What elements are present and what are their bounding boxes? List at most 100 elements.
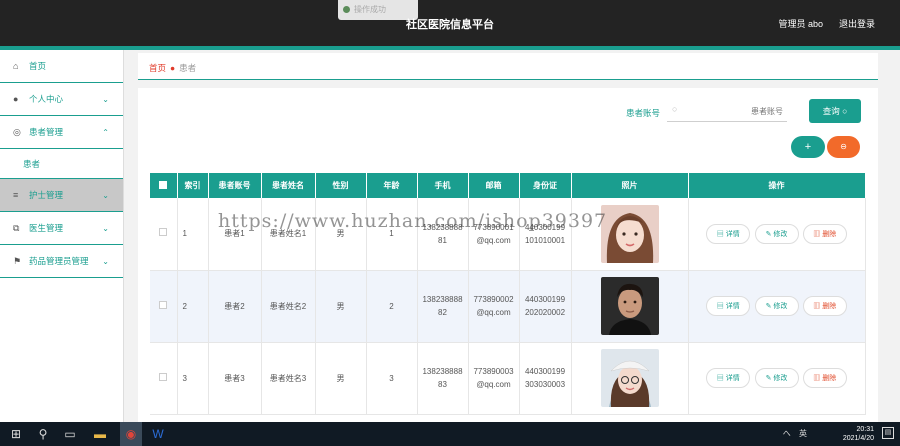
word-icon[interactable]: W	[150, 426, 166, 442]
cell-phone: 13823888882	[417, 270, 469, 343]
folder-icon[interactable]: ▬	[92, 426, 108, 442]
row-checkbox[interactable]	[159, 300, 168, 309]
list-icon: ≡	[13, 190, 19, 200]
column-header: 患者姓名	[261, 173, 316, 198]
windows-start-icon[interactable]: ⊞	[8, 426, 24, 442]
row-select-cell	[150, 342, 178, 415]
cell-email: 773890003@qq.com	[468, 342, 520, 415]
cell-name: 患者姓名3	[261, 342, 316, 415]
edit-button[interactable]: ✎ 修改	[754, 223, 799, 244]
chevron-down-icon: ⌄	[102, 95, 109, 104]
search-field: ○	[667, 100, 787, 122]
cell-ops: ▤ 详情 ✎ 修改 ▥ 删除	[688, 270, 866, 343]
admin-label: 管理员 abo	[778, 19, 823, 29]
user-icon: ●	[13, 94, 19, 104]
column-header: 索引	[177, 173, 209, 198]
column-header: 年龄	[366, 173, 418, 198]
column-header: 邮箱	[468, 173, 520, 198]
trash-icon: ▥	[813, 375, 823, 382]
app-title: 社区医院信息平台	[406, 19, 494, 31]
sidebar-item-patient-mgmt[interactable]: ◎ 患者管理 ⌃	[0, 116, 123, 149]
cell-email: 773890001@qq.com	[468, 198, 520, 271]
breadcrumb-home[interactable]: 首页	[149, 63, 166, 73]
remove-button[interactable]: ▥ 删除	[802, 223, 847, 244]
detail-button[interactable]: ▤ 详情	[706, 223, 751, 244]
cell-photo	[571, 270, 689, 343]
cell-age: 3	[366, 342, 418, 415]
cell-account: 患者3	[208, 342, 262, 415]
column-header: 性别	[315, 173, 367, 198]
search-icon: ○	[842, 106, 848, 116]
cell-gender: 男	[315, 198, 367, 271]
column-header: 患者账号	[208, 173, 262, 198]
cell-name: 患者姓名1	[261, 198, 316, 271]
detail-icon: ▤	[716, 375, 726, 382]
task-view-icon[interactable]: ▭	[62, 426, 78, 442]
remove-button[interactable]: ▥ 删除	[802, 296, 847, 316]
detail-icon: ▤	[716, 303, 726, 310]
patient-photo[interactable]	[600, 204, 659, 263]
search-label: 患者账号	[626, 108, 661, 118]
trash-icon: ▥	[813, 230, 823, 238]
row-checkbox[interactable]	[159, 372, 168, 381]
cell-ops: ▤ 详情 ✎ 修改 ▥ 删除	[688, 342, 866, 415]
patient-photo[interactable]	[600, 277, 659, 335]
cell-email: 773890002@qq.com	[468, 270, 520, 343]
detail-button[interactable]: ▤ 详情	[706, 296, 751, 316]
select-all-cell	[150, 173, 178, 198]
taskbar: ⊞ ⚲ ▭ ▬ ◉ W へ 英 20:31 2021/4/20 ▤	[0, 422, 900, 446]
search-input[interactable]	[685, 103, 783, 119]
sidebar: ⌂ 首页 ● 个人中心 ⌄ ◎ 患者管理 ⌃ 患者 ≡ 护士管理 ⌄ ⧉ 医生管…	[0, 50, 124, 422]
success-dot-icon	[343, 6, 350, 13]
edit-button[interactable]: ✎ 修改	[754, 296, 799, 316]
logout-link[interactable]: 退出登录	[839, 17, 875, 30]
flag-icon: ⚑	[13, 256, 22, 266]
cell-ops: ▤ 详情 ✎ 修改 ▥ 删除	[688, 198, 866, 271]
row-checkbox[interactable]	[159, 228, 168, 237]
watermark-text: https://www.huzhan.com/ishop39397	[218, 210, 608, 232]
table-row: 2 患者2 患者姓名2 男 2 13823888882 773890002@qq…	[150, 270, 866, 343]
chevron-up-icon: ⌃	[102, 128, 109, 137]
chevron-down-icon: ⌄	[102, 257, 109, 266]
add-button[interactable]: +	[791, 136, 825, 158]
cell-idcard: 440300199202020002	[519, 270, 572, 343]
cell-name: 患者姓名2	[261, 270, 316, 343]
column-header: 操作	[688, 173, 866, 198]
sidebar-item-nurse-mgmt[interactable]: ≡ 护士管理 ⌄	[0, 179, 123, 212]
globe-icon: ◎	[13, 127, 21, 137]
select-all-checkbox[interactable]	[159, 180, 168, 189]
patient-photo[interactable]	[600, 349, 659, 407]
home-icon: ⌂	[13, 61, 19, 71]
clock-date: 2021/4/20	[842, 435, 874, 442]
detail-button[interactable]: ▤ 详情	[706, 368, 751, 388]
system-tray[interactable]: へ 英	[783, 428, 810, 439]
cell-photo	[571, 342, 689, 415]
sidebar-item-patient[interactable]: 患者	[0, 149, 123, 179]
notification-icon[interactable]: ▤	[882, 427, 894, 439]
column-header: 照片	[571, 173, 689, 198]
cell-photo	[571, 198, 689, 271]
sidebar-item-home[interactable]: ⌂ 首页	[0, 50, 123, 83]
sidebar-item-doctor-mgmt[interactable]: ⧉ 医生管理 ⌄	[0, 212, 123, 245]
remove-button[interactable]: ▥ 删除	[802, 368, 847, 388]
breadcrumb: 首页 ● 患者	[138, 53, 878, 80]
search-button[interactable]: 查询 ○	[809, 99, 861, 123]
chevron-down-icon: ⌄	[102, 191, 109, 200]
chrome-icon[interactable]: ◉	[120, 422, 142, 446]
delete-button[interactable]: ⊖	[827, 136, 860, 158]
trash-icon: ▥	[813, 303, 823, 310]
cell-index: 3	[177, 342, 209, 415]
column-header: 身份证	[519, 173, 572, 198]
sidebar-item-pharmacist-mgmt[interactable]: ⚑ 药品管理员管理 ⌄	[0, 245, 123, 278]
column-header: 手机	[417, 173, 469, 198]
table-row: 3 患者3 患者姓名3 男 3 13823888883 773890003@qq…	[150, 342, 866, 415]
cell-account: 患者1	[208, 198, 262, 271]
cell-age: 1	[366, 198, 418, 271]
search-icon[interactable]: ⚲	[35, 426, 51, 442]
detail-icon: ▤	[716, 230, 726, 238]
cell-gender: 男	[315, 270, 367, 343]
search-icon: ○	[672, 104, 678, 114]
sidebar-item-profile[interactable]: ● 个人中心 ⌄	[0, 83, 123, 116]
edit-button[interactable]: ✎ 修改	[754, 368, 799, 388]
clock[interactable]: 20:31 2021/4/20	[843, 425, 874, 443]
